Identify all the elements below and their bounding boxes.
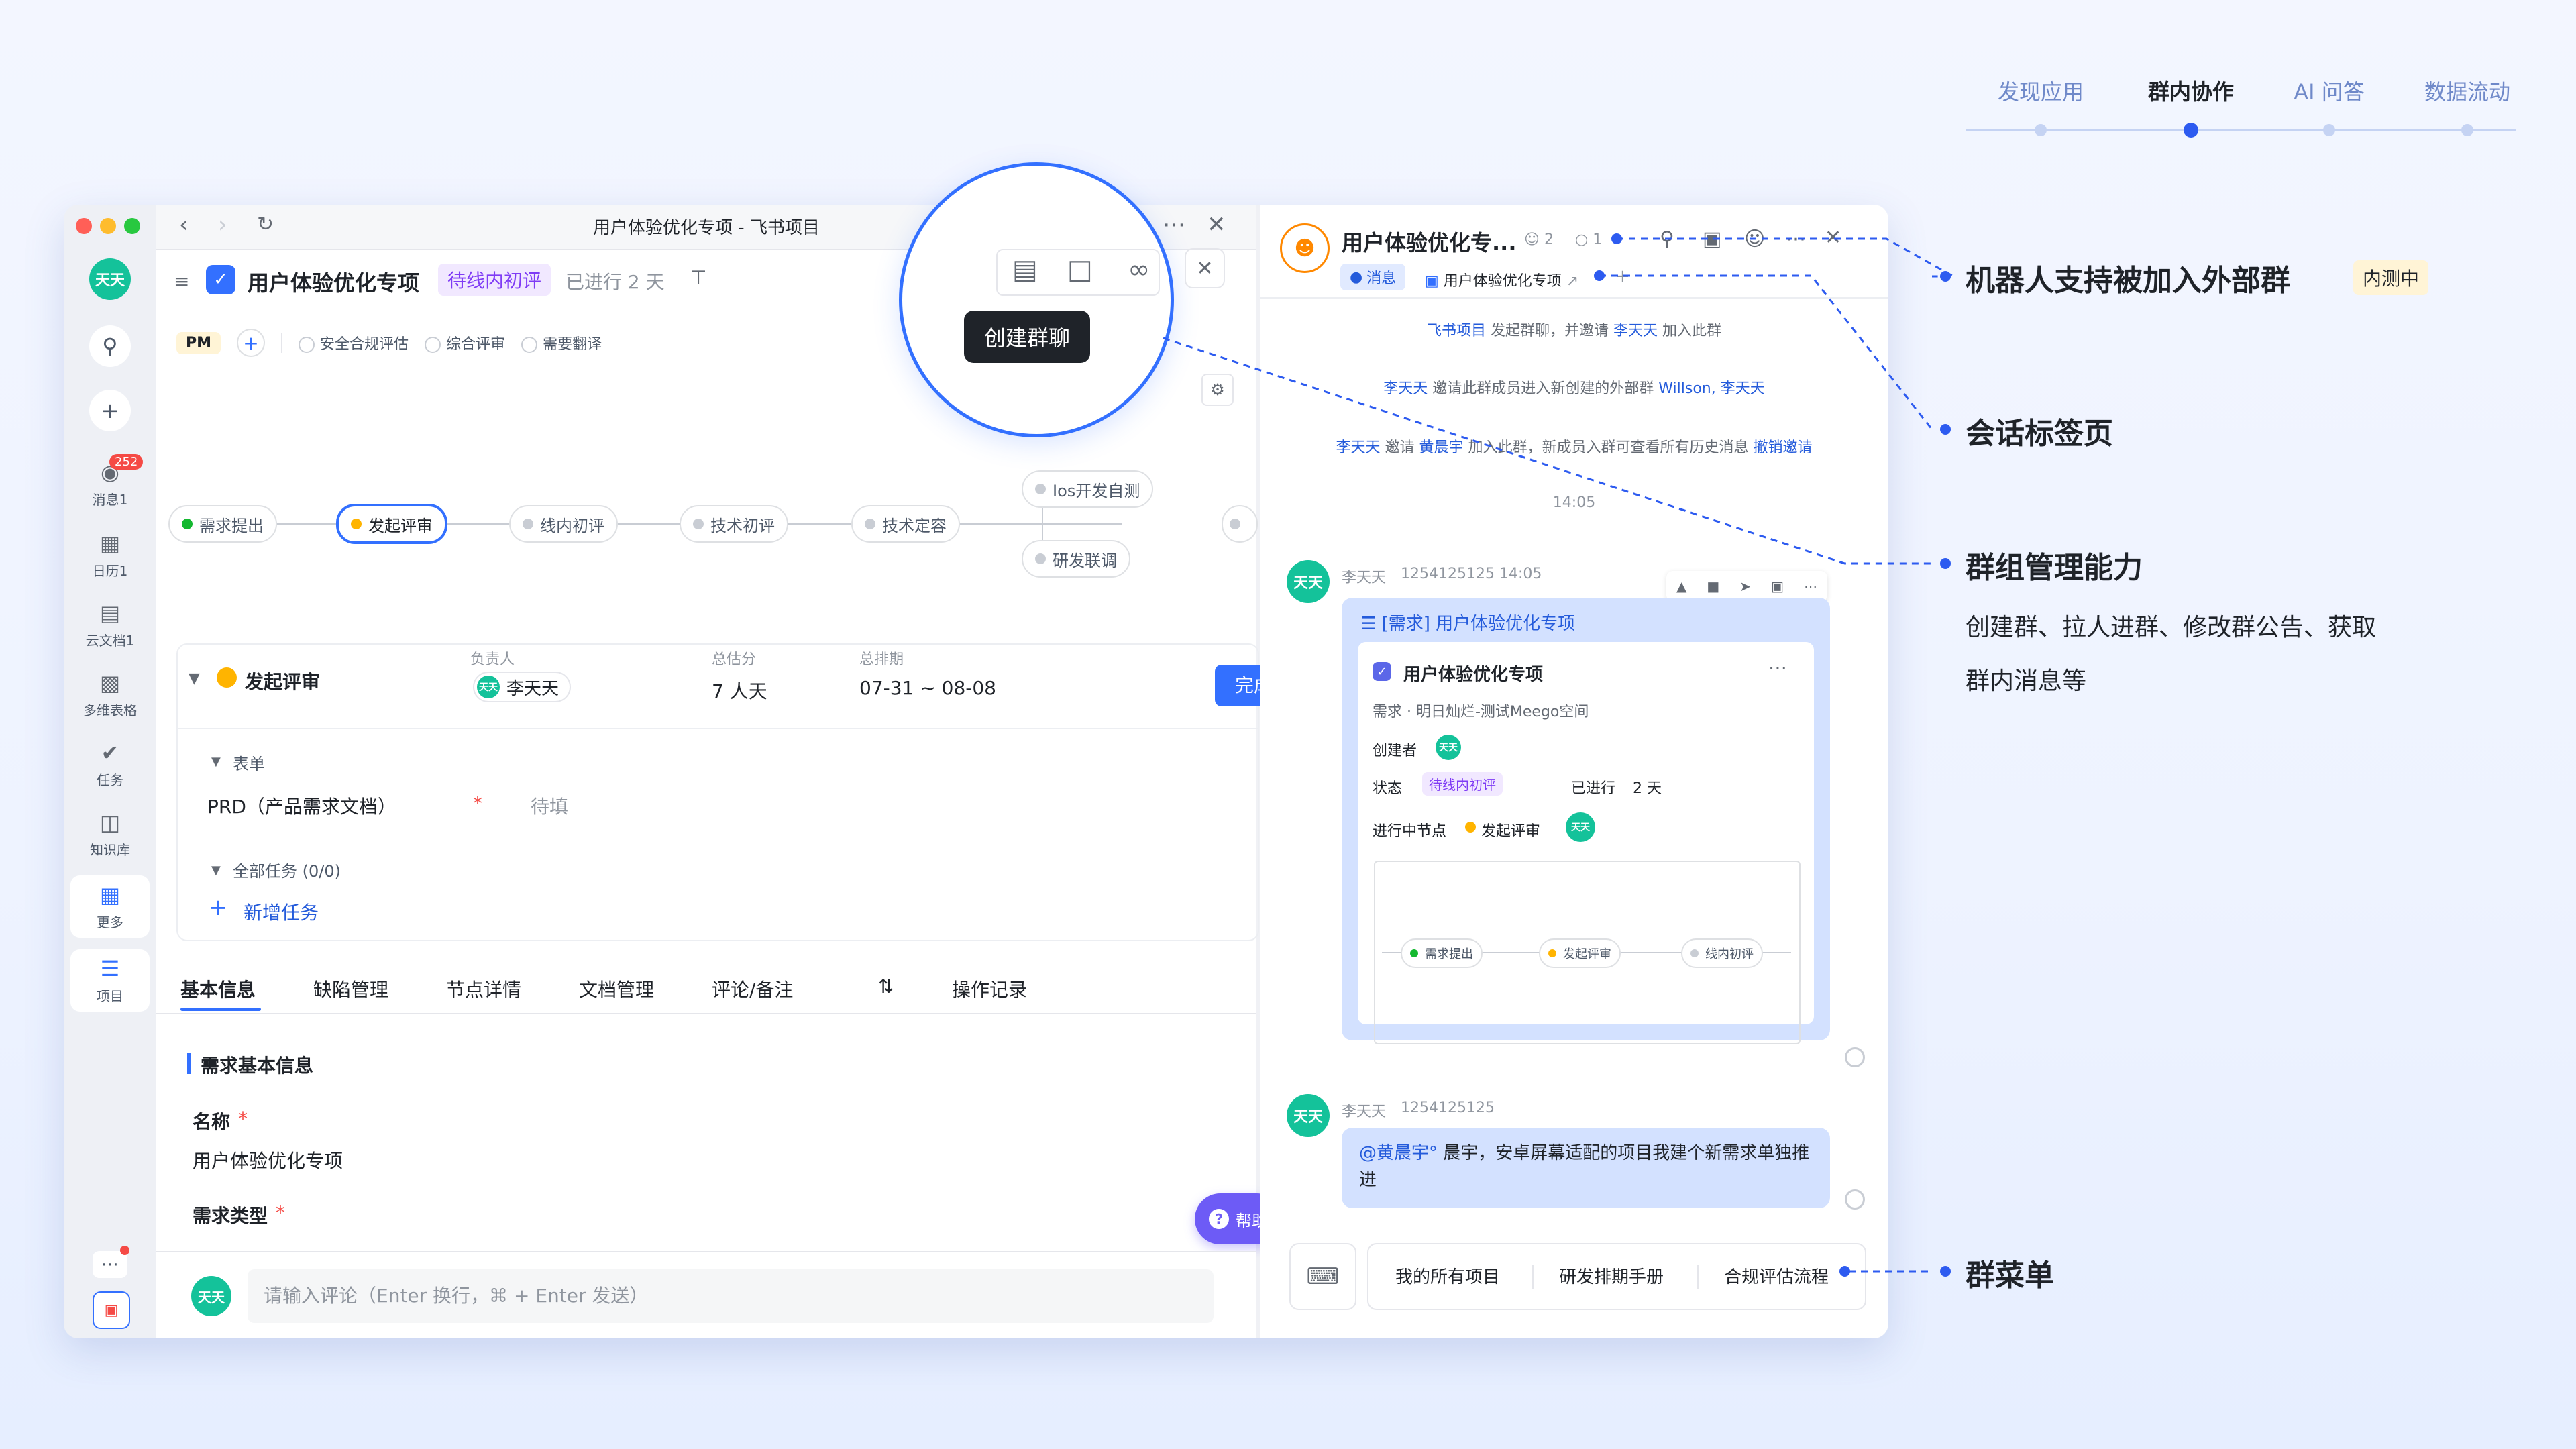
- annotation-dot: [1940, 271, 1951, 282]
- connector-session-tabs: [1599, 274, 1933, 430]
- connector-lines: [1163, 233, 1957, 1277]
- beta-badge: 内测中: [2353, 260, 2429, 295]
- connector-bot-external: [1617, 237, 1957, 278]
- annotation-title: 群组管理能力: [1966, 551, 2143, 585]
- connector-dot: [1839, 1266, 1850, 1277]
- connector-dot: [1594, 270, 1605, 281]
- annotation-dot: [1940, 558, 1951, 569]
- annotation-title: 会话标签页: [1966, 417, 2113, 451]
- connector-dot: [1611, 233, 1622, 244]
- annotation-dot: [1940, 424, 1951, 435]
- annotation-title: 群菜单: [1966, 1258, 2054, 1293]
- annotation-title: 机器人支持被加入外部群: [1966, 264, 2290, 298]
- annotation-dot: [1940, 1266, 1951, 1277]
- connector-group-management: [1163, 337, 1932, 565]
- annotation-description: 创建群、拉人进群、修改群公告、获取群内消息等: [1966, 614, 2377, 695]
